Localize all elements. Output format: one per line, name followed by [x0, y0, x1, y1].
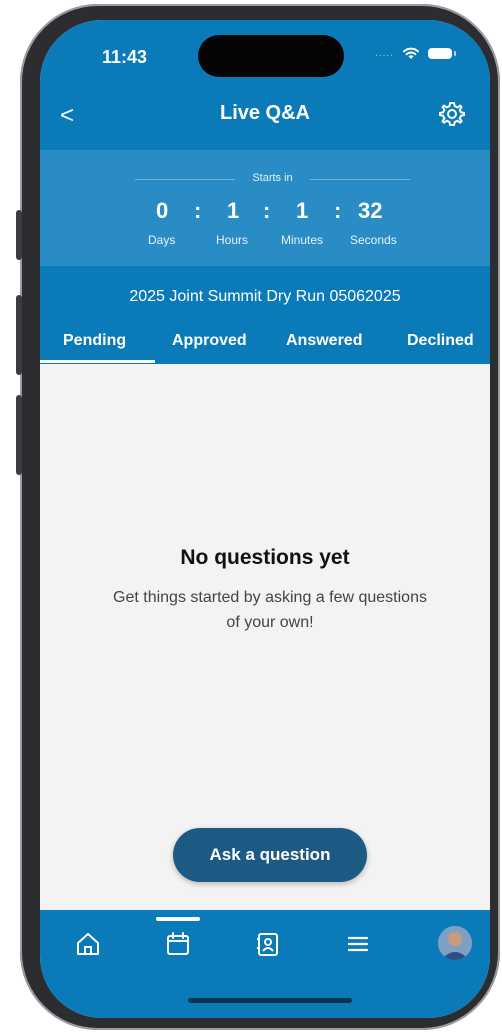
divider-line-right	[310, 179, 410, 180]
contacts-icon[interactable]	[254, 930, 282, 958]
session-header: 2025 Joint Summit Dry Run 05062025 Pendi…	[40, 266, 490, 364]
tab-declined[interactable]: Declined	[407, 332, 474, 350]
tab-approved[interactable]: Approved	[172, 332, 247, 350]
profile-avatar[interactable]	[438, 926, 472, 960]
battery-icon	[428, 47, 456, 59]
home-icon[interactable]	[74, 930, 102, 958]
hours-label: Hours	[216, 233, 249, 247]
session-title: 2025 Joint Summit Dry Run 05062025	[129, 288, 401, 305]
empty-state-title: No questions yet	[180, 546, 350, 569]
seconds-label: Seconds	[350, 233, 397, 247]
tab-answered[interactable]: Answered	[286, 332, 362, 350]
starts-in-row: Starts in	[135, 172, 410, 186]
tab-pending[interactable]: Pending	[63, 332, 126, 350]
countdown-separator: :	[263, 198, 271, 223]
status-time: 11:43	[102, 47, 148, 67]
phone-volume-up	[16, 295, 22, 375]
cellular-signal-icon: .....	[375, 47, 394, 59]
bottom-tab-bar	[40, 910, 490, 1018]
countdown-separator: :	[194, 198, 202, 223]
active-tab-indicator	[40, 360, 155, 363]
ask-question-button[interactable]: Ask a question	[173, 828, 367, 882]
starts-in-label: Starts in	[252, 172, 293, 184]
home-indicator	[188, 998, 352, 1003]
user-photo-icon	[438, 926, 472, 960]
settings-gear-icon[interactable]	[438, 100, 466, 128]
phone-volume-down	[16, 395, 22, 475]
days-label: Days	[148, 233, 176, 247]
countdown-digits: 0 : 1 : 1 : 32	[40, 198, 490, 228]
countdown-separator: :	[334, 198, 342, 223]
minutes-label: Minutes	[281, 233, 324, 247]
dynamic-island	[198, 35, 344, 77]
empty-state-message: Get things started by asking a few quest…	[113, 589, 427, 631]
app-screen: 11:43 ..... < Live Q&A Starts in 0: 1:…	[40, 20, 490, 1018]
page-title: Live Q&A	[219, 102, 311, 124]
phone-mute-switch	[16, 210, 22, 260]
countdown-days: 0	[156, 198, 169, 223]
header-area: 11:43 ..... < Live Q&A	[40, 20, 490, 150]
countdown-panel: Starts in 0 : 1 : 1 : 32 Days Hours Minu…	[40, 150, 490, 266]
active-nav-indicator	[156, 917, 200, 921]
menu-icon[interactable]	[344, 930, 372, 958]
countdown-hours: 1	[227, 198, 240, 223]
status-icons: .....	[375, 46, 456, 60]
countdown-labels: Days Hours Minutes Seconds	[40, 233, 490, 247]
nav-bar: < Live Q&A	[40, 98, 490, 134]
wifi-icon	[403, 47, 419, 59]
calendar-icon[interactable]	[164, 930, 192, 958]
countdown-seconds: 32	[358, 198, 383, 223]
countdown-minutes: 1	[296, 198, 309, 223]
